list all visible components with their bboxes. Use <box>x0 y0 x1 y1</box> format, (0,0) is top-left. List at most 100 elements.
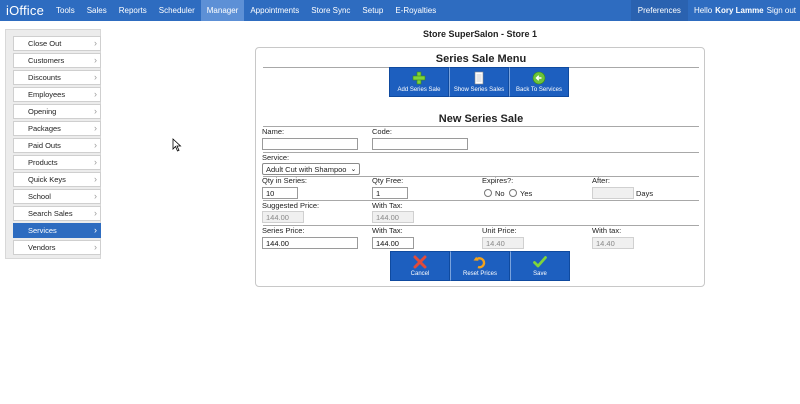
expires-label: Expires?: <box>482 176 514 185</box>
sidebar-item-label: Close Out <box>28 39 62 48</box>
nav-e-royalties[interactable]: E-Royalties <box>389 0 442 21</box>
back-to-services-label: Back To Services <box>516 87 562 93</box>
sidebar-item-customers[interactable]: Customers › <box>13 53 101 68</box>
nav-tools[interactable]: Tools <box>50 0 81 21</box>
expires-yes-radio[interactable] <box>509 189 517 197</box>
hello-text: Hello <box>693 6 713 15</box>
sidebar-item-label: Paid Outs <box>28 141 61 150</box>
expires-no-radio[interactable] <box>484 189 492 197</box>
sidebar-item-label: Products <box>28 158 58 167</box>
show-series-sales-button[interactable]: Show Series Sales <box>449 67 509 97</box>
sidebar-item-services[interactable]: Services › <box>13 223 101 238</box>
series-price-label: Series Price: <box>262 226 305 235</box>
sidebar-item-close-out[interactable]: Close Out › <box>13 36 101 51</box>
sidebar-item-quick-keys[interactable]: Quick Keys › <box>13 172 101 187</box>
close-icon <box>413 255 427 269</box>
chevron-right-icon: › <box>94 38 97 48</box>
signout-link[interactable]: Sign out <box>767 6 796 15</box>
chevron-right-icon: › <box>94 123 97 133</box>
reset-prices-label: Reset Prices <box>462 271 497 277</box>
divider <box>263 200 699 201</box>
action-button-group: Cancel Reset Prices Save <box>390 251 570 281</box>
chevron-right-icon: › <box>94 55 97 65</box>
sidebar-item-label: Opening <box>28 107 57 116</box>
sidebar-item-label: Packages <box>28 124 61 133</box>
nav-reports[interactable]: Reports <box>113 0 153 21</box>
nav-manager[interactable]: Manager <box>200 0 245 21</box>
suggested-with-tax-label: With Tax: <box>372 201 403 210</box>
chevron-right-icon: › <box>94 191 97 201</box>
nav-appointments[interactable]: Appointments <box>244 0 305 21</box>
code-input[interactable] <box>372 138 468 150</box>
store-title: Store SuperSalon - Store 1 <box>422 29 538 39</box>
undo-arrow-icon <box>473 256 486 269</box>
nav-scheduler[interactable]: Scheduler <box>153 0 201 21</box>
chevron-right-icon: › <box>94 89 97 99</box>
chevron-right-icon: › <box>94 225 97 235</box>
series-sale-panel: Series Sale Menu Add Series Sale Show Se… <box>255 47 705 287</box>
chevron-right-icon: › <box>94 157 97 167</box>
mouse-cursor-icon <box>172 138 182 152</box>
brand-logo[interactable]: iOffice <box>0 0 50 21</box>
sidebar-item-search-sales[interactable]: Search Sales › <box>13 206 101 221</box>
after-days-unit: Days <box>636 189 654 198</box>
unit-with-tax-input: 14.40 <box>592 237 634 249</box>
unit-with-tax-label: With tax: <box>592 226 622 235</box>
series-with-tax-input[interactable]: 144.00 <box>372 237 414 249</box>
sidebar-item-employees[interactable]: Employees › <box>13 87 101 102</box>
chevron-right-icon: › <box>94 242 97 252</box>
divider <box>263 126 699 127</box>
qty-series-label: Qty in Series: <box>262 176 308 185</box>
sidebar-item-opening[interactable]: Opening › <box>13 104 101 119</box>
checkmark-icon <box>533 256 547 268</box>
chevron-right-icon: › <box>94 106 97 116</box>
unit-price-label: Unit Price: <box>482 226 517 235</box>
user-greeting: Hello Kory Lamme Sign out <box>688 0 800 21</box>
suggested-price-label: Suggested Price: <box>262 201 320 210</box>
new-series-sale-title: New Series Sale <box>438 113 524 125</box>
show-series-sales-label: Show Series Sales <box>453 87 505 93</box>
sidebar-item-label: Customers <box>28 56 65 65</box>
sidebar-item-label: Discounts <box>28 73 61 82</box>
cancel-button[interactable]: Cancel <box>390 251 450 281</box>
add-series-sale-button[interactable]: Add Series Sale <box>389 67 449 97</box>
cancel-label: Cancel <box>410 271 430 277</box>
series-price-input[interactable]: 144.00 <box>262 237 358 249</box>
sidebar-item-discounts[interactable]: Discounts › <box>13 70 101 85</box>
after-days-input[interactable] <box>592 187 634 199</box>
back-to-services-button[interactable]: Back To Services <box>509 67 569 97</box>
suggested-with-tax-input: 144.00 <box>372 211 414 223</box>
sidebar-item-products[interactable]: Products › <box>13 155 101 170</box>
chevron-right-icon: › <box>94 72 97 82</box>
qty-series-input[interactable]: 10 <box>262 187 298 199</box>
menu-button-group: Add Series Sale Show Series Sales Back T… <box>389 67 569 97</box>
sidebar-item-label: Services <box>28 226 57 235</box>
expires-yes-label: Yes <box>520 189 533 198</box>
suggested-price-input: 144.00 <box>262 211 304 223</box>
name-input[interactable] <box>262 138 358 150</box>
top-nav: iOffice Tools Sales Reports Scheduler Ma… <box>0 0 800 21</box>
nav-sales[interactable]: Sales <box>81 0 113 21</box>
series-sale-menu-title: Series Sale Menu <box>435 53 527 65</box>
series-with-tax-label: With Tax: <box>372 226 403 235</box>
sidebar-item-paid-outs[interactable]: Paid Outs › <box>13 138 101 153</box>
divider <box>263 152 699 153</box>
chevron-right-icon: › <box>94 140 97 150</box>
sidebar-item-school[interactable]: School › <box>13 189 101 204</box>
save-label: Save <box>533 271 547 277</box>
qty-free-input[interactable]: 1 <box>372 187 408 199</box>
reset-prices-button[interactable]: Reset Prices <box>450 251 510 281</box>
sidebar-item-packages[interactable]: Packages › <box>13 121 101 136</box>
nav-store-sync[interactable]: Store Sync <box>305 0 356 21</box>
sidebar-item-vendors[interactable]: Vendors › <box>13 240 101 255</box>
service-select[interactable]: Adult Cut with Shampoo ⌄ <box>262 163 361 175</box>
qty-free-label: Qty Free: <box>372 176 404 185</box>
nav-preferences[interactable]: Preferences <box>630 0 688 21</box>
service-label: Service: <box>262 153 290 162</box>
unit-price-input: 14.40 <box>482 237 524 249</box>
code-label: Code: <box>372 127 393 136</box>
document-icon <box>474 71 484 85</box>
nav-setup[interactable]: Setup <box>356 0 389 21</box>
save-button[interactable]: Save <box>510 251 570 281</box>
back-arrow-icon <box>532 71 546 85</box>
